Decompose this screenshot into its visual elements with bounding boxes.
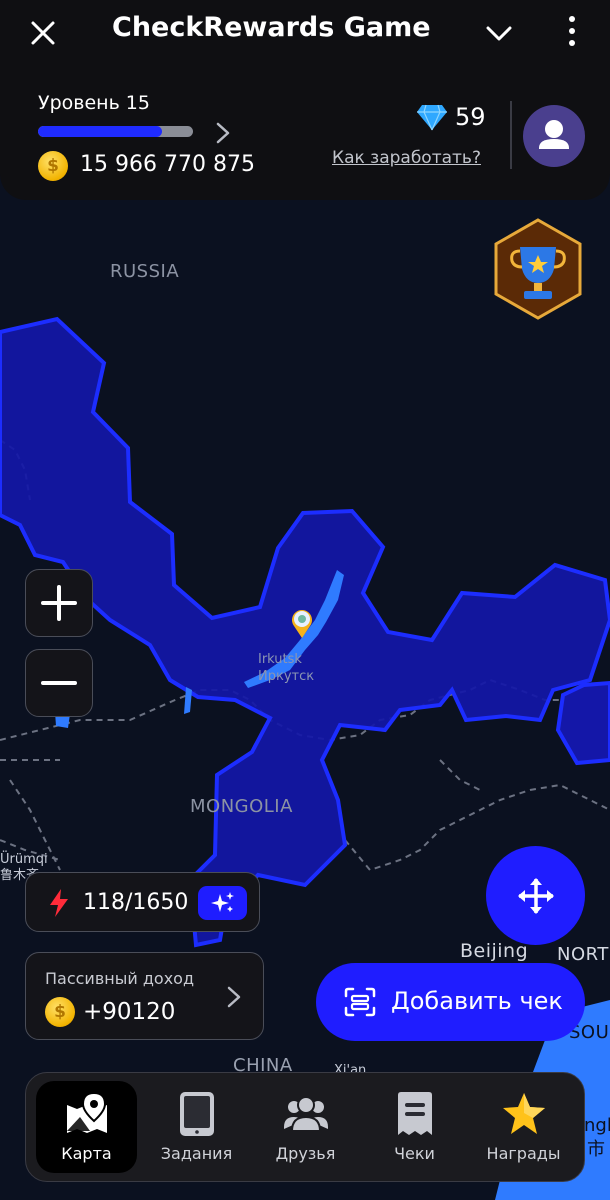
tablet-icon xyxy=(179,1092,214,1136)
coin-balance: 15 966 770 875 xyxy=(80,152,255,177)
level-label: Уровень 15 xyxy=(38,92,150,114)
move-map-button[interactable] xyxy=(486,846,585,945)
zoom-in-button[interactable] xyxy=(25,569,93,637)
nav-item-rewards[interactable]: Награды xyxy=(473,1081,574,1173)
app-title: CheckRewards Game xyxy=(112,12,431,43)
close-icon[interactable] xyxy=(28,18,58,48)
star-icon xyxy=(502,1093,545,1134)
sparkles-icon xyxy=(210,892,234,912)
bottom-navigation: Карта Задания Друзья Чеки Награды xyxy=(25,1072,585,1182)
minus-icon xyxy=(41,681,77,685)
city-label-urumqi: Ürümqi xyxy=(0,852,48,867)
map-pin-icon xyxy=(66,1091,107,1133)
map-label-partial-1: ngl xyxy=(584,1115,610,1136)
nav-label-tasks: Задания xyxy=(160,1144,233,1163)
receipt-icon xyxy=(397,1092,432,1135)
nav-item-friends[interactable]: Друзья xyxy=(255,1081,356,1173)
app-bar: CheckRewards Game xyxy=(0,0,610,72)
map-label-russia: RUSSIA xyxy=(110,261,180,282)
move-arrows-icon xyxy=(517,877,554,914)
energy-panel: 118/1650 xyxy=(25,872,260,932)
avatar[interactable] xyxy=(523,105,585,167)
map-label-beijing: Beijing xyxy=(460,940,529,962)
nav-label-map: Карта xyxy=(61,1144,112,1163)
map-label-mongolia: MONGOLIA xyxy=(190,796,293,817)
diamond-icon xyxy=(417,104,447,131)
divider xyxy=(510,101,512,169)
coin-icon: $ xyxy=(45,997,75,1027)
level-progress-bar xyxy=(38,126,193,137)
friends-icon xyxy=(283,1096,328,1132)
nav-item-tasks[interactable]: Задания xyxy=(146,1081,247,1173)
nav-label-friends: Друзья xyxy=(275,1144,336,1163)
lightning-icon xyxy=(50,889,68,917)
chevron-right-icon xyxy=(227,986,241,1008)
how-to-earn-link[interactable]: Как заработать? xyxy=(332,148,481,168)
more-vertical-icon[interactable] xyxy=(560,14,584,48)
scan-receipt-icon xyxy=(344,987,376,1017)
energy-value: 118/1650 xyxy=(83,890,189,915)
nav-label-receipts: Чеки xyxy=(394,1144,435,1163)
chevron-down-icon[interactable] xyxy=(484,18,514,48)
passive-income-label: Пассивный доход xyxy=(45,969,195,988)
nav-item-map[interactable]: Карта xyxy=(36,1081,137,1173)
chevron-right-icon[interactable] xyxy=(212,121,234,145)
add-receipt-label: Добавить чек xyxy=(391,987,563,1015)
level-progress-fill xyxy=(38,126,162,137)
map-label-north: NORT xyxy=(557,944,609,965)
passive-income-card[interactable]: Пассивный доход $ +90120 xyxy=(25,952,264,1040)
nav-label-rewards: Награды xyxy=(486,1144,561,1163)
plus-icon xyxy=(41,585,77,621)
city-label-irkutsk-ru: Иркутск xyxy=(258,669,315,684)
city-label-irkutsk-en: Irkutsk xyxy=(258,652,302,667)
coin-icon: $ xyxy=(38,151,68,181)
nav-item-receipts[interactable]: Чеки xyxy=(364,1081,465,1173)
trophy-icon[interactable] xyxy=(490,217,586,321)
zoom-out-button[interactable] xyxy=(25,649,93,717)
boost-button[interactable] xyxy=(198,886,247,920)
passive-income-amount: +90120 xyxy=(83,999,176,1025)
gems-count: 59 xyxy=(455,103,486,131)
add-receipt-button[interactable]: Добавить чек xyxy=(316,963,585,1041)
map-label-partial-2: 市 xyxy=(587,1139,605,1160)
user-icon xyxy=(539,120,569,149)
